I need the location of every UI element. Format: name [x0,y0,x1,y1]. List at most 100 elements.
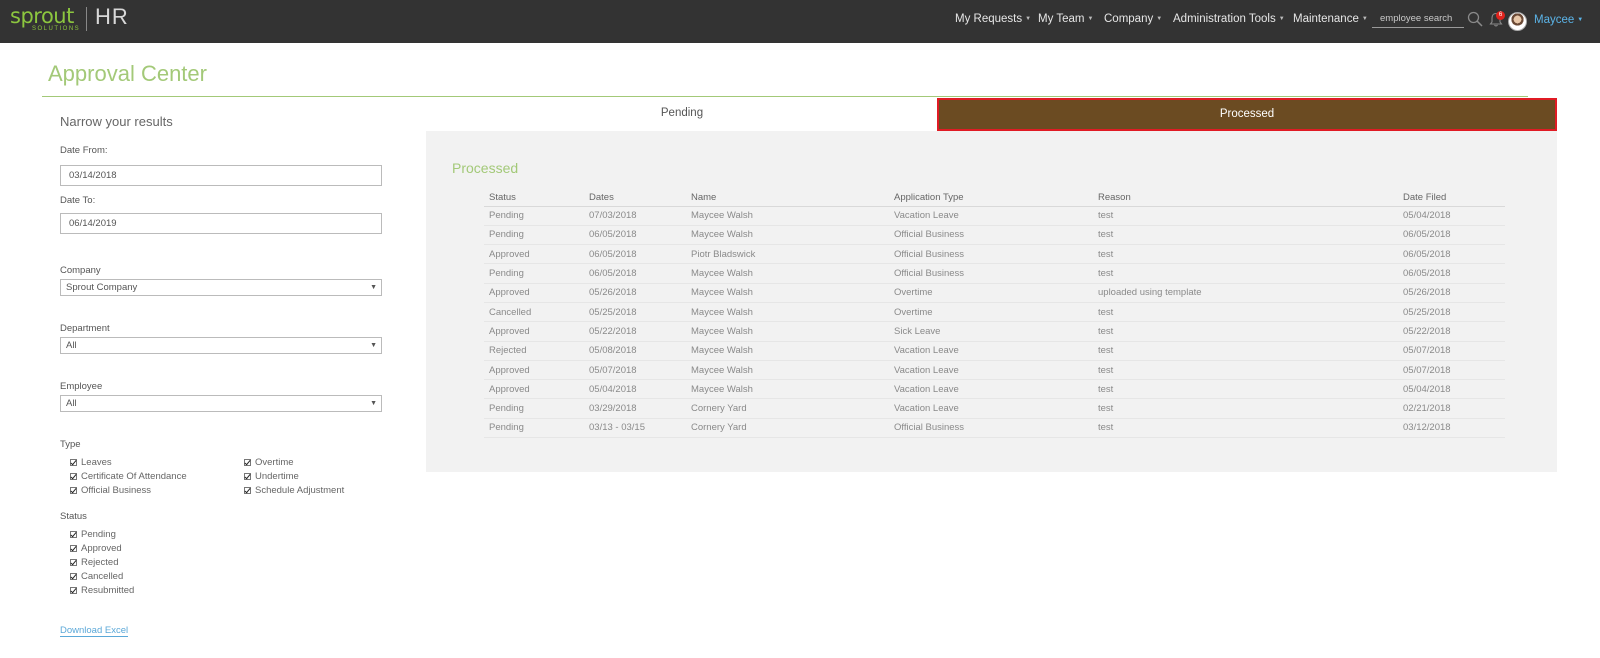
table-row[interactable]: Pending 07/03/2018 Maycee Walsh Vacation Le… [484,206,1505,226]
reason-cell: test [1093,398,1398,419]
dates-cell: 06/05/2018 [584,263,686,284]
status-cell: Approved [484,283,584,303]
checkbox-checked-icon[interactable] [70,487,77,494]
reason-cell: test [1093,263,1398,284]
sprout-logo: sprout SOLUTIONS [10,4,79,34]
employee-label: Employee [60,381,103,392]
checkbox-label: Cancelled [81,571,124,582]
nav-label: My Requests [955,13,1023,25]
checkbox-checked-icon[interactable] [70,573,77,580]
table-row[interactable]: Pending 06/05/2018 Maycee Walsh Official Bu… [484,225,1505,246]
date-filed-cell: 05/25/2018 [1398,302,1505,323]
name-cell: Maycee Walsh [686,379,889,400]
date-from-input[interactable] [60,165,382,186]
company-select[interactable]: Sprout Company ▼ [60,279,382,296]
download-excel-link[interactable]: Download Excel [60,625,129,637]
application-type-cell: Sick Leave [889,321,1093,342]
caret-down-icon: ▼ [1361,15,1368,22]
checkbox-checked-icon[interactable] [244,459,251,466]
dates-cell: 06/05/2018 [584,225,686,246]
chevron-down-icon: ▼ [370,400,377,407]
table-row[interactable]: Approved 05/26/2018 Maycee Walsh Overtime up… [484,283,1505,303]
user-menu[interactable]: Maycee ▼ [1534,14,1583,26]
nav-my-team[interactable]: My Team ▼ [1038,13,1093,25]
type-checkbox-undertime[interactable]: Undertime [244,471,299,482]
title-divider [42,96,1528,97]
application-type-cell: Vacation Leave [889,341,1093,361]
checkbox-checked-icon[interactable] [70,559,77,566]
type-checkbox-certificate-of-attendance[interactable]: Certificate Of Attendance [70,471,187,482]
table-row[interactable]: Cancelled 05/25/2018 Maycee Walsh Overtime t… [484,302,1505,323]
column-header-name[interactable]: Name [686,190,889,207]
date-filed-cell: 05/07/2018 [1398,360,1505,381]
avatar[interactable] [1508,12,1527,31]
table-row[interactable]: Rejected 05/08/2018 Maycee Walsh Vacation L… [484,341,1505,361]
dates-cell: 05/22/2018 [584,321,686,342]
name-cell: Maycee Walsh [686,225,889,246]
application-type-cell: Vacation Leave [889,206,1093,226]
nav-label: Company [1104,13,1154,25]
table-header-row: Status Dates Name Application Type Reaso… [484,190,1505,207]
date-from-label: Date From: [60,145,108,156]
employee-select-value: All [66,398,77,409]
employee-select[interactable]: All ▼ [60,395,382,412]
date-to-input[interactable] [60,213,382,234]
reason-cell: uploaded using template [1093,283,1398,303]
company-select-value: Sprout Company [66,282,138,293]
type-checkbox-leaves[interactable]: Leaves [70,457,112,468]
caret-down-icon: ▼ [1087,15,1094,22]
column-header-application-type[interactable]: Application Type [889,190,1093,207]
status-checkbox-approved[interactable]: Approved [70,543,122,554]
nav-administration-tools[interactable]: Administration Tools ▼ [1173,13,1285,25]
nav-label: My Team [1038,13,1085,25]
date-filed-cell: 03/12/2018 [1398,418,1505,439]
checkbox-checked-icon[interactable] [70,473,77,480]
status-checkbox-rejected[interactable]: Rejected [70,557,119,568]
column-header-dates[interactable]: Dates [584,190,686,207]
processed-panel: Processed Status Dates Name Application … [426,131,1557,472]
status-checkbox-resubmitted[interactable]: Resubmitted [70,585,134,596]
checkbox-checked-icon[interactable] [244,487,251,494]
table-row[interactable]: Approved 05/07/2018 Maycee Walsh Vacation L… [484,360,1505,381]
type-checkbox-official-business[interactable]: Official Business [70,485,151,496]
checkbox-checked-icon[interactable] [70,545,77,552]
application-type-cell: Vacation Leave [889,398,1093,419]
caret-down-icon: ▼ [1156,15,1163,22]
status-cell: Cancelled [484,302,584,323]
type-checkbox-overtime[interactable]: Overtime [244,457,294,468]
column-header-reason[interactable]: Reason [1093,190,1398,207]
table-row[interactable]: Approved 05/22/2018 Maycee Walsh Sick Leave… [484,321,1505,342]
table-row[interactable]: Approved 05/04/2018 Maycee Walsh Vacation L… [484,379,1505,400]
column-header-date-filed[interactable]: Date Filed [1398,190,1505,207]
nav-maintenance[interactable]: Maintenance ▼ [1293,13,1368,25]
product-name: HR [95,4,129,29]
reason-cell: test [1093,418,1398,439]
department-select[interactable]: All ▼ [60,337,382,354]
dates-cell: 07/03/2018 [584,206,686,226]
status-cell: Rejected [484,341,584,361]
table-row[interactable]: Pending 03/29/2018 Cornery Yard Vacation Le… [484,398,1505,419]
status-cell: Approved [484,321,584,342]
employee-search-input[interactable] [1372,10,1464,28]
search-icon[interactable] [1467,11,1483,27]
table-row[interactable]: Pending 03/13 - 03/15 Cornery Yard Official… [484,418,1505,439]
tab-pending[interactable]: Pending [426,98,938,130]
checkbox-checked-icon[interactable] [70,459,77,466]
checkbox-checked-icon[interactable] [70,587,77,594]
nav-company[interactable]: Company ▼ [1104,13,1162,25]
status-cell: Approved [484,360,584,381]
status-checkbox-pending[interactable]: Pending [70,529,116,540]
nav-my-requests[interactable]: My Requests ▼ [955,13,1031,25]
dates-cell: 05/26/2018 [584,283,686,303]
checkbox-checked-icon[interactable] [70,531,77,538]
tab-processed[interactable]: Processed [937,98,1557,131]
type-checkbox-schedule-adjustment[interactable]: Schedule Adjustment [244,485,344,496]
column-header-status[interactable]: Status [484,190,584,207]
date-filed-cell: 05/26/2018 [1398,283,1505,303]
status-checkbox-cancelled[interactable]: Cancelled [70,571,123,582]
processed-table: Status Dates Name Application Type Reaso… [484,190,1505,439]
table-row[interactable]: Pending 06/05/2018 Maycee Walsh Official Bu… [484,263,1505,284]
logo[interactable]: sprout SOLUTIONS HR [10,4,129,38]
table-row[interactable]: Approved 06/05/2018 Piotr Bladswick Officia… [484,244,1505,265]
checkbox-checked-icon[interactable] [244,473,251,480]
